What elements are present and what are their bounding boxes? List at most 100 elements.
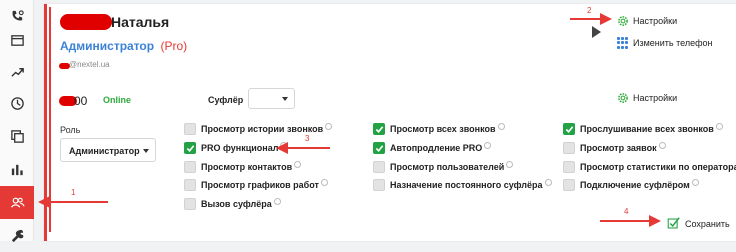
perm-contacts[interactable]: Просмотр контактов — [184, 160, 302, 173]
perm-label: Автопродление PRO — [390, 143, 483, 153]
perm-listen-all-calls[interactable]: Прослушивание всех звонков — [563, 122, 723, 135]
role-select[interactable]: Администратор — [60, 138, 156, 162]
check-icon — [375, 144, 383, 152]
perm-label: Просмотр всех звонков — [390, 124, 496, 134]
user-extension: 00 — [74, 94, 88, 108]
help-icon[interactable] — [658, 141, 666, 149]
row-settings-label: Настройки — [633, 93, 678, 103]
settings-link[interactable]: Настройки — [617, 15, 677, 27]
help-icon[interactable] — [294, 160, 302, 168]
checkbox[interactable] — [373, 161, 385, 173]
perm-all-calls[interactable]: Просмотр всех звонков — [373, 122, 505, 135]
help-icon[interactable] — [691, 178, 699, 186]
perm-call-sufler[interactable]: Вызов суфлёра — [184, 197, 281, 210]
perm-call-history[interactable]: Просмотр истории звонков — [184, 122, 333, 135]
play-icon[interactable] — [592, 26, 601, 38]
checkbox[interactable] — [563, 123, 575, 135]
sidebar-item-history[interactable] — [0, 87, 34, 120]
checkbox[interactable] — [184, 198, 196, 210]
gear-icon — [618, 16, 628, 26]
check-icon — [186, 144, 194, 152]
trend-icon — [10, 68, 24, 77]
perm-label: PRO функционал — [201, 143, 279, 153]
save-check-icon — [667, 217, 680, 229]
change-phone-label: Изменить телефон — [633, 38, 713, 48]
perm-auto-renew-pro[interactable]: Автопродление PRO — [373, 141, 492, 154]
user-name: Наталья — [111, 14, 170, 30]
perm-assign-sufler[interactable]: Назначение постоянного суфлёра — [373, 178, 552, 191]
help-icon[interactable] — [484, 141, 492, 149]
save-label: Сохранить — [685, 218, 730, 229]
checkbox[interactable] — [563, 179, 575, 191]
annotation-number-2: 2 — [587, 6, 592, 15]
clock-icon — [10, 97, 24, 110]
help-icon[interactable] — [325, 122, 333, 130]
save-button[interactable]: Сохранить — [667, 217, 730, 230]
check-icon — [375, 125, 383, 133]
sidebar-item-analytics[interactable] — [0, 56, 34, 89]
annotation-number-3: 3 — [305, 134, 310, 143]
checkbox[interactable] — [373, 142, 385, 154]
sidebar — [0, 0, 34, 243]
perm-label: Просмотр истории звонков — [201, 124, 324, 134]
sidebar-item-users[interactable] — [0, 186, 34, 219]
perm-label: Прослушивание всех звонков — [580, 124, 714, 134]
status-online: Online — [103, 95, 132, 105]
checkbox[interactable] — [373, 179, 385, 191]
window-icon — [10, 35, 24, 46]
perm-work-schedules[interactable]: Просмотр графиков работ — [184, 178, 328, 191]
help-icon[interactable] — [497, 122, 505, 130]
perm-label: Просмотр пользователей — [390, 162, 505, 172]
perm-label: Подключение суфлёром — [580, 180, 690, 190]
checkbox[interactable] — [373, 123, 385, 135]
sufler-select[interactable] — [248, 88, 295, 109]
redacted-surname — [60, 14, 112, 30]
user-card: Наталья Администратор (Pro) @nextel.ua 0… — [44, 4, 736, 241]
help-icon[interactable] — [280, 141, 288, 149]
bar-chart-icon — [11, 164, 23, 176]
help-icon[interactable] — [544, 178, 552, 186]
checkbox[interactable] — [184, 179, 196, 191]
help-icon[interactable] — [273, 197, 281, 205]
help-icon[interactable] — [506, 160, 514, 168]
sufler-label: Суфлёр — [208, 95, 244, 105]
checkbox[interactable] — [184, 123, 196, 135]
perm-users[interactable]: Просмотр пользователей — [373, 160, 514, 173]
perm-label: Просмотр статистики по операторам — [580, 162, 736, 172]
perm-label: Просмотр графиков работ — [201, 180, 319, 190]
keypad-icon — [617, 37, 629, 49]
role-select-value: Администратор — [69, 146, 140, 156]
perm-requests[interactable]: Просмотр заявок — [563, 141, 666, 154]
phone-gear-icon — [12, 10, 24, 21]
user-role: Администратор (Pro) — [60, 39, 187, 53]
sidebar-item-copy[interactable] — [0, 120, 34, 153]
sidebar-item-settings[interactable] — [0, 219, 34, 252]
role-tag: (Pro) — [160, 39, 188, 53]
help-icon[interactable] — [715, 122, 723, 130]
sidebar-item-stats[interactable] — [0, 153, 34, 186]
copy-icon — [10, 130, 24, 143]
settings-link-label: Настройки — [633, 16, 678, 26]
perm-label: Просмотр контактов — [201, 162, 293, 172]
annotation-number-4: 4 — [624, 207, 629, 216]
sidebar-item-window[interactable] — [0, 24, 34, 57]
chevron-down-icon — [282, 97, 288, 101]
help-icon[interactable] — [320, 178, 328, 186]
checkbox[interactable] — [563, 142, 575, 154]
perm-label: Назначение постоянного суфлёра — [390, 180, 543, 190]
perm-pro-functional[interactable]: PRO функционал — [184, 141, 288, 154]
annotation-number-1: 1 — [71, 188, 76, 197]
check-icon — [565, 125, 573, 133]
role-label: Роль — [60, 125, 81, 135]
perm-connect-sufler[interactable]: Подключение суфлёром — [563, 178, 699, 191]
row-settings-link[interactable]: Настройки — [617, 92, 677, 104]
chevron-down-icon — [143, 149, 149, 153]
perm-operator-stats[interactable]: Просмотр статистики по операторам — [563, 161, 736, 173]
role-title: Администратор — [60, 39, 155, 53]
users-icon — [10, 197, 25, 208]
change-phone-link[interactable]: Изменить телефон — [617, 37, 712, 49]
checkbox[interactable] — [184, 142, 196, 154]
gear-icon — [618, 93, 628, 103]
checkbox[interactable] — [184, 161, 196, 173]
checkbox[interactable] — [563, 161, 575, 173]
